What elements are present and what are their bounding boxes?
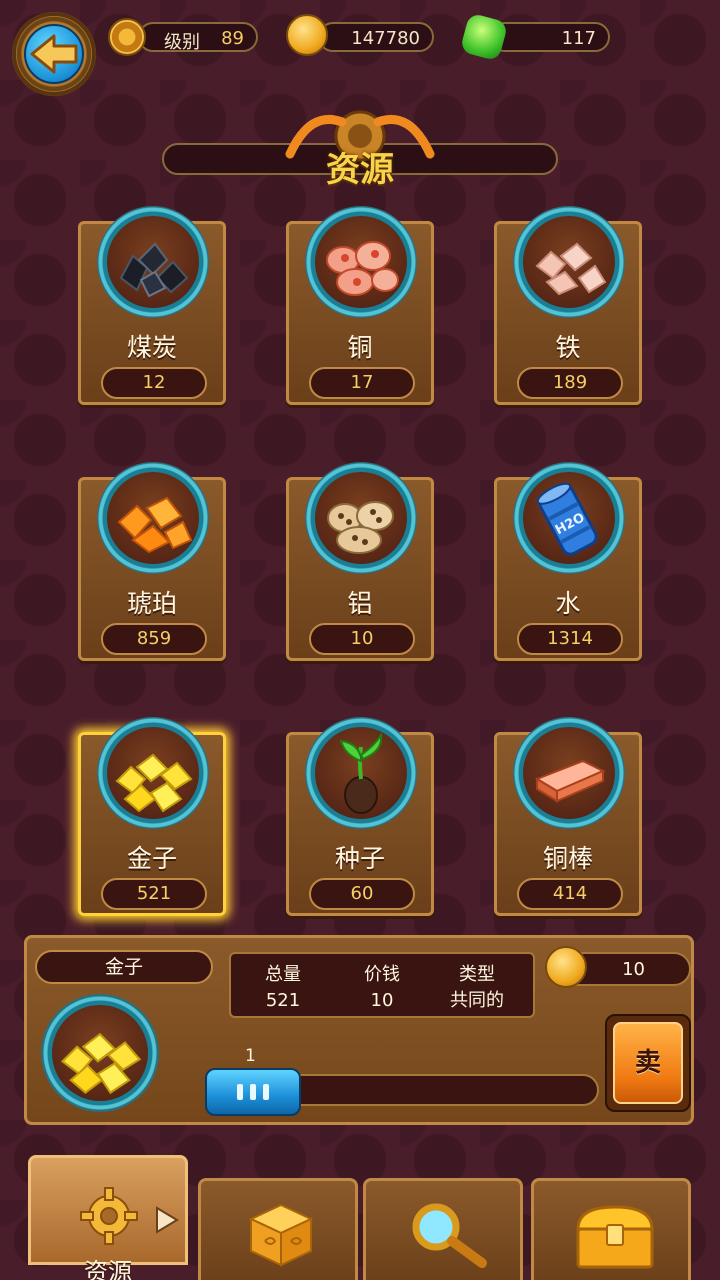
price-label: 价钱: [364, 964, 400, 985]
resource-frame: [97, 462, 209, 574]
level-gear-icon: [108, 18, 146, 56]
tab-resources[interactable]: 资源: [28, 1155, 188, 1280]
water-barrel-icon: H2O: [536, 482, 598, 556]
play-arrow-icon: [156, 1206, 179, 1234]
gem-icon: [459, 12, 509, 62]
amber-icon: [117, 496, 193, 554]
resource-frame: [97, 717, 209, 829]
seed-sprout-icon: [339, 732, 383, 814]
treasure-chest-icon: [576, 1205, 654, 1269]
resource-name: 种子: [334, 844, 385, 873]
coal-icon: [119, 242, 189, 298]
resource-name: 铜: [347, 333, 373, 362]
resource-card-coal[interactable]: 煤炭 12: [78, 206, 226, 405]
resource-count: 521: [101, 878, 207, 910]
resource-frame: [305, 462, 417, 574]
resource-card-gold[interactable]: 金子 521: [78, 717, 226, 916]
selected-frame: [41, 994, 159, 1112]
resource-frame: [305, 206, 417, 318]
resource-frame: [305, 717, 417, 829]
coins-value: 147780: [351, 28, 420, 49]
iron-ore-icon: [535, 242, 607, 296]
resource-frame: [97, 206, 209, 318]
info-total: 总量 521: [233, 962, 333, 1014]
resource-count: 1314: [517, 623, 623, 655]
info-price: 价钱 10: [332, 962, 432, 1014]
gear-icon: [80, 1187, 138, 1245]
page-title: 资源: [326, 150, 394, 190]
resource-count: 12: [101, 367, 207, 399]
back-arrow-icon: [30, 34, 78, 74]
level-pill: 级别 89: [138, 22, 258, 53]
sell-button[interactable]: 卖: [605, 1014, 691, 1112]
type-value: 共同的: [450, 990, 504, 1011]
resource-frame: [513, 717, 625, 829]
aluminum-ore-icon: [327, 501, 394, 554]
selected-name: 金子: [35, 950, 213, 984]
magnifier-icon: [412, 1203, 487, 1268]
sale-coin-icon: [545, 946, 587, 988]
selected-gold-icon: [60, 1032, 142, 1095]
back-button[interactable]: [12, 12, 96, 96]
resource-count: 60: [309, 878, 415, 910]
resource-count: 17: [309, 367, 415, 399]
resource-card-seed[interactable]: 种子 60: [286, 717, 434, 916]
type-label: 类型: [459, 964, 495, 985]
quantity-value: 1: [245, 1046, 256, 1066]
gold-nuggets-icon: [115, 753, 193, 813]
coin-icon: [286, 14, 328, 56]
resource-count: 859: [101, 623, 207, 655]
resource-card-iron[interactable]: 铁 189: [494, 206, 642, 405]
total-label: 总量: [265, 964, 301, 985]
resource-count: 10: [309, 623, 415, 655]
total-value: 521: [265, 990, 301, 1011]
copper-ore-icon: [326, 241, 399, 296]
copper-bar-icon: [534, 759, 606, 803]
coins-pill: 147780: [318, 22, 434, 52]
resource-name: 铁: [555, 333, 581, 362]
level-value: 89: [221, 28, 244, 49]
tab-dice[interactable]: [198, 1178, 358, 1280]
resource-frame: [513, 206, 625, 318]
gems-value: 117: [561, 28, 596, 49]
resource-name: 煤炭: [126, 333, 177, 362]
resource-card-amber[interactable]: 琥珀 859: [78, 462, 226, 661]
tab-label: 资源: [84, 1258, 132, 1280]
level-label: 级别: [164, 32, 200, 53]
detail-panel: 金子 总量 521 价钱 10 类型 共同的 10 1 卖: [24, 935, 694, 1125]
resource-name: 金子: [126, 844, 177, 873]
tab-chest[interactable]: [531, 1178, 691, 1280]
resource-name: 水: [555, 589, 581, 618]
resource-card-water[interactable]: H2O 水 1314: [494, 462, 642, 661]
resource-name: 铜棒: [542, 844, 593, 873]
quantity-slider-thumb[interactable]: [205, 1068, 301, 1116]
resource-count: 189: [517, 367, 623, 399]
resource-card-aluminum[interactable]: 铝 10: [286, 462, 434, 661]
resource-name: 铝: [347, 589, 373, 618]
gems-pill: 117: [490, 22, 610, 52]
price-value: 10: [370, 990, 394, 1011]
resource-name: 琥珀: [126, 589, 177, 618]
resource-card-copper-bar[interactable]: 铜棒 414: [494, 717, 642, 916]
resource-card-copper[interactable]: 铜 17: [286, 206, 434, 405]
resource-count: 414: [517, 878, 623, 910]
dice-icon: [248, 1203, 314, 1267]
info-box: 总量 521 价钱 10 类型 共同的: [229, 952, 535, 1018]
sale-price-value: 10: [622, 959, 645, 980]
sell-label: 卖: [613, 1022, 683, 1104]
info-type: 类型 共同的: [427, 962, 527, 1014]
tab-search[interactable]: [363, 1178, 523, 1280]
resource-frame: H2O: [513, 462, 625, 574]
